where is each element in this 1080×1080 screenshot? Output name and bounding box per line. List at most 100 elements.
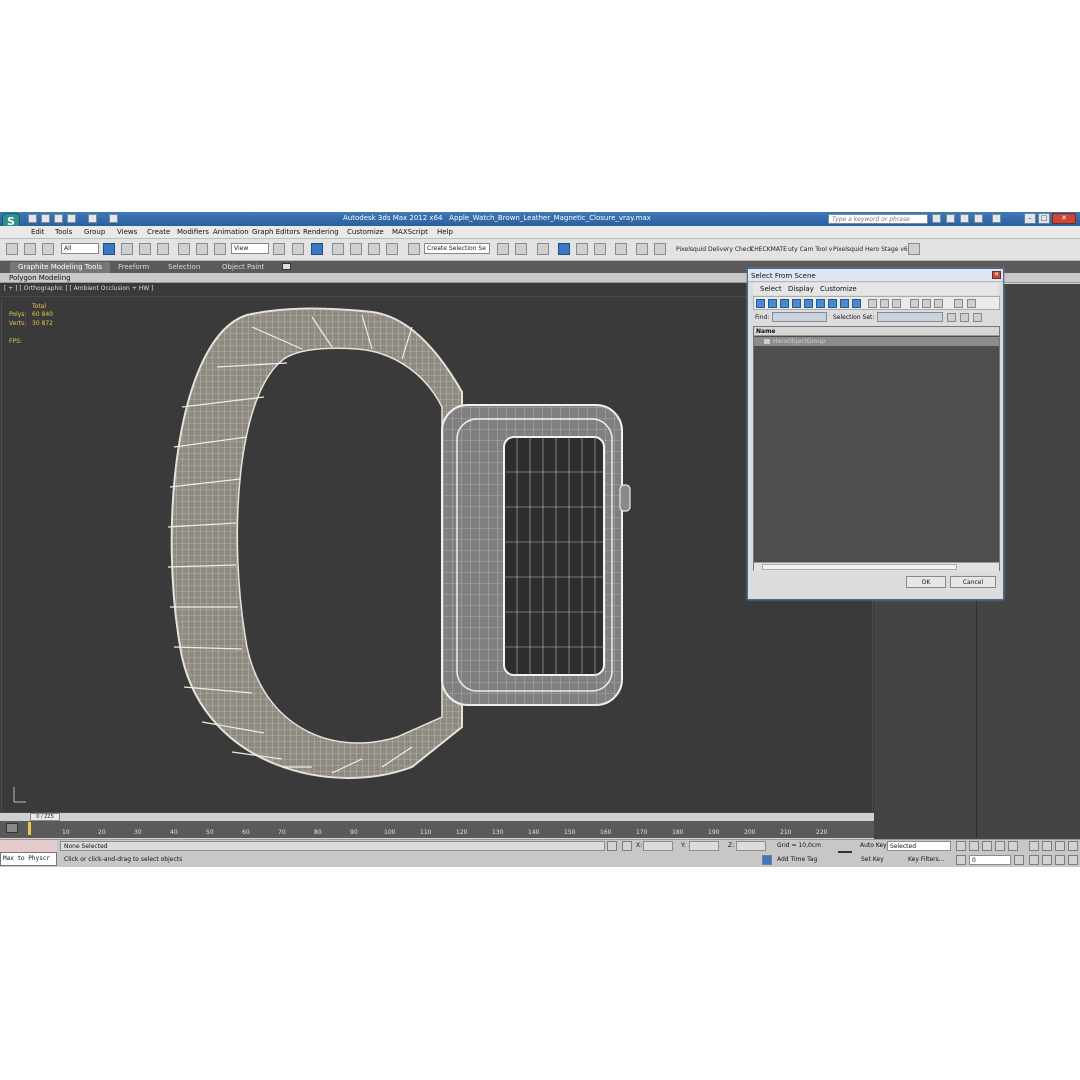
cancel-button[interactable]: Cancel [950,576,996,588]
menu-group[interactable]: Group [84,228,105,236]
plugin-checkmate[interactable]: CHECKMATE [750,246,787,253]
track-bar[interactable]: 10 20 30 40 50 60 70 80 90 100 110 120 1… [0,821,874,838]
keyboard-shortcut-override-icon[interactable] [311,243,323,255]
find-input[interactable] [772,312,827,322]
percent-snap-icon[interactable] [368,243,380,255]
zoom-icon[interactable] [1029,841,1039,851]
communication-center-icon[interactable] [946,214,955,223]
filter-geometry-icon[interactable] [756,299,765,308]
horizontal-scrollbar[interactable] [754,562,999,571]
zoom-all-icon[interactable] [1042,841,1052,851]
rotate-icon[interactable] [196,243,208,255]
menu-modifiers[interactable]: Modifiers [177,228,209,236]
tab-freeform[interactable]: Freeform [110,262,157,273]
track-bar-toggle-icon[interactable] [6,823,18,833]
dialog-menu-customize[interactable]: Customize [820,285,857,293]
time-configuration-icon[interactable] [1014,855,1024,865]
sync-selection-icon[interactable] [967,299,976,308]
display-children-icon[interactable] [910,299,919,308]
filter-xrefs-icon[interactable] [840,299,849,308]
x-coord-input[interactable] [643,841,673,851]
maximize-viewport-icon[interactable] [1068,855,1078,865]
current-frame-input[interactable]: 0 [969,855,1011,865]
maxscript-mini-listener[interactable]: Max to Physcr [0,852,57,866]
set-key-button[interactable]: Set Key [861,856,884,863]
edit-named-selection-icon[interactable] [408,243,420,255]
delete-selection-set-icon[interactable] [973,313,982,322]
scene-object-list[interactable]: Name HeroObjectGroup [753,326,1000,571]
plugin-hero-stage[interactable]: Hero Stage v6 [865,246,908,253]
tab-object-paint[interactable]: Object Paint [214,262,272,273]
snaps-toggle-icon[interactable] [332,243,344,255]
orbit-icon[interactable] [1055,855,1065,865]
edit-selection-set-icon[interactable] [960,313,969,322]
select-none-icon[interactable] [880,299,889,308]
current-frame-marker[interactable] [28,822,31,835]
play-icon[interactable] [982,841,992,851]
dialog-menu-display[interactable]: Display [788,285,814,293]
column-header-name[interactable]: Name [754,327,999,336]
filter-space-warps-icon[interactable] [816,299,825,308]
help-icon[interactable] [992,214,1001,223]
polygon-modeling-panel[interactable]: Polygon Modeling [9,274,71,282]
graphite-ribbon-icon[interactable] [558,243,570,255]
menu-create[interactable]: Create [147,228,170,236]
align-icon[interactable] [515,243,527,255]
dialog-close-icon[interactable]: ✕ [992,271,1001,279]
z-coord-input[interactable] [736,841,766,851]
list-item[interactable]: HeroObjectGroup [754,337,999,346]
filter-bones-icon[interactable] [852,299,861,308]
menu-maxscript[interactable]: MAXScript [392,228,428,236]
plugin-delivery-check[interactable]: Delivery Check [708,246,753,253]
time-tag-icon[interactable] [762,855,772,865]
absolute-mode-icon[interactable] [622,841,632,851]
key-icon[interactable] [838,847,852,853]
schematic-view-icon[interactable] [594,243,606,255]
select-by-name-icon[interactable] [121,243,133,255]
tab-graphite-modeling-tools[interactable]: Graphite Modeling Tools [10,262,111,273]
close-icon[interactable]: ✕ [1052,213,1076,224]
minimize-icon[interactable]: – [1024,213,1036,224]
menu-views[interactable]: Views [117,228,137,236]
window-crossing-icon[interactable] [157,243,169,255]
invert-selection-icon[interactable] [892,299,901,308]
open-file-icon[interactable] [41,214,50,223]
go-to-end-icon[interactable] [1008,841,1018,851]
dialog-menu-select[interactable]: Select [760,285,782,293]
menu-tools[interactable]: Tools [55,228,72,236]
plugin-cam-tool[interactable]: uty Cam Tool v [788,246,832,253]
subscription-icon[interactable] [960,214,969,223]
time-slider-track[interactable] [0,813,874,821]
undo-icon[interactable] [67,214,76,223]
maxscript-listener-output[interactable] [0,840,57,852]
next-frame-icon[interactable] [995,841,1005,851]
menu-customize[interactable]: Customize [347,228,384,236]
rectangular-selection-icon[interactable] [139,243,151,255]
layer-manager-icon[interactable] [537,243,549,255]
select-object-icon[interactable] [103,243,115,255]
create-selection-set-icon[interactable] [947,313,956,322]
auto-key-button[interactable]: Auto Key [860,842,887,849]
save-file-icon[interactable] [54,214,63,223]
help-search-input[interactable]: Type a keyword or phrase [828,214,928,224]
move-icon[interactable] [178,243,190,255]
add-time-tag-button[interactable]: Add Time Tag [777,856,817,863]
key-mode-toggle-icon[interactable] [956,855,966,865]
zoom-extents-icon[interactable] [1055,841,1065,851]
display-influences-icon[interactable] [922,299,931,308]
teapot-render-icon[interactable] [908,243,920,255]
filter-helpers-icon[interactable] [804,299,813,308]
dialog-title-bar[interactable]: Select From Scene ✕ [748,269,1003,282]
curve-editor-icon[interactable] [576,243,588,255]
mirror-icon[interactable] [497,243,509,255]
plugin-pixelsquid-1[interactable]: Pixelsquid [676,246,706,253]
select-manipulate-icon[interactable] [292,243,304,255]
render-production-icon[interactable] [654,243,666,255]
menu-animation[interactable]: Animation [213,228,249,236]
previous-frame-icon[interactable] [969,841,979,851]
plugin-pixelsquid-2[interactable]: Pixelsquid [833,246,863,253]
selection-filter-dropdown[interactable]: All [61,243,99,254]
spinner-snap-icon[interactable] [386,243,398,255]
filter-cameras-icon[interactable] [792,299,801,308]
pan-view-icon[interactable] [1042,855,1052,865]
